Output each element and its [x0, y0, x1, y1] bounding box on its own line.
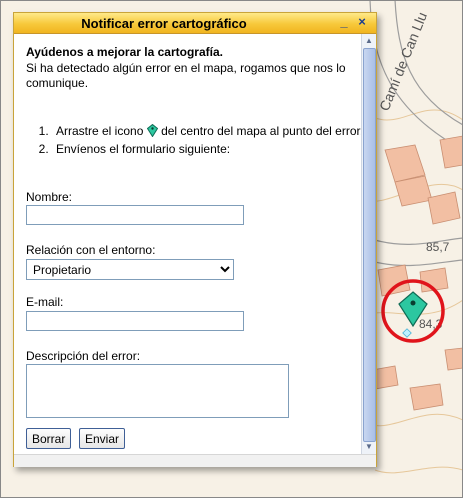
dialog-statusbar — [14, 454, 376, 467]
minimize-icon[interactable]: _ — [336, 15, 352, 31]
elevation-label-1: 85,7 — [426, 240, 450, 254]
intro-heading: Ayúdenos a mejorar la cartografía. — [26, 45, 223, 59]
dialog-content: Ayúdenos a mejorar la cartografía. Si ha… — [14, 34, 361, 454]
relation-select[interactable]: Propietario — [26, 259, 234, 280]
map-pin-icon — [146, 124, 158, 137]
email-input[interactable] — [26, 311, 244, 331]
instruction-step-1: Arrastre el icono del centro del mapa al… — [52, 124, 361, 139]
email-label: E-mail: — [26, 295, 64, 309]
submit-button[interactable]: Enviar — [79, 428, 126, 449]
step1-text-before: Arrastre el icono — [56, 124, 144, 138]
name-label: Nombre: — [26, 190, 73, 204]
dialog-titlebar[interactable]: Notificar error cartográfico _ × — [14, 13, 376, 34]
scroll-up-icon[interactable]: ▲ — [363, 35, 375, 47]
scrollbar-thumb[interactable] — [363, 48, 376, 442]
scroll-down-icon[interactable]: ▼ — [363, 441, 375, 453]
instructions-list: Arrastre el icono del centro del mapa al… — [26, 124, 361, 160]
name-input[interactable] — [26, 205, 244, 225]
close-icon[interactable]: × — [354, 15, 370, 31]
description-textarea[interactable] — [26, 364, 289, 418]
step1-text-after: del centro del mapa al punto del error. — [161, 124, 361, 138]
dialog-scrollbar[interactable]: ▲ ▼ — [361, 34, 376, 454]
intro-text: Si ha detectado algún error en el mapa, … — [26, 61, 346, 90]
description-label: Descripción del error: — [26, 349, 141, 363]
dialog-title: Notificar error cartográfico — [81, 16, 247, 31]
instruction-step-2: Envíenos el formulario siguiente: — [52, 142, 361, 157]
report-map-error-dialog: Notificar error cartográfico _ × Ayúdeno… — [13, 12, 377, 467]
clear-button[interactable]: Borrar — [26, 428, 72, 449]
relation-label: Relación con el entorno: — [26, 243, 156, 257]
